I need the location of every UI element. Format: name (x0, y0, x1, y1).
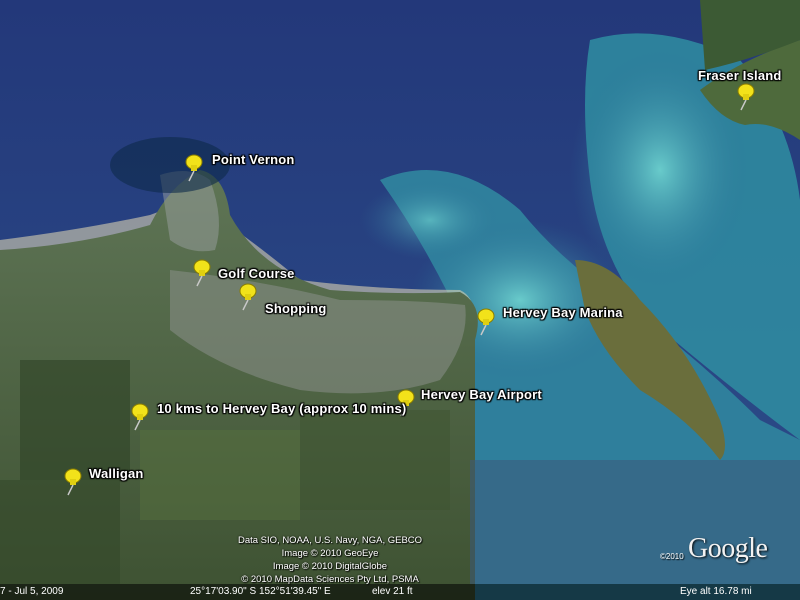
status-bar: 7 - Jul 5, 2009 25°17'03.90" S 152°51'39… (0, 584, 800, 600)
pointer-coordinates: 25°17'03.90" S 152°51'39.45" E (190, 586, 331, 597)
attribution-line: Data SIO, NOAA, U.S. Navy, NGA, GEBCO (237, 535, 423, 546)
placemark-label-fraser-island[interactable]: Fraser Island (698, 68, 782, 83)
google-logo: Google (688, 533, 768, 564)
imagery-attribution: Data SIO, NOAA, U.S. Navy, NGA, GEBCO Im… (205, 534, 455, 586)
satellite-imagery (0, 0, 800, 600)
elevation-readout: elev 21 ft (372, 586, 413, 597)
eye-altitude-readout: Eye alt 16.78 mi (680, 586, 752, 597)
placemark-label-golf-course[interactable]: Golf Course (218, 266, 295, 281)
placemark-label-10-kms-to-hervey-bay[interactable]: 10 kms to Hervey Bay (approx 10 mins) (157, 401, 406, 416)
placemark-label-walligan[interactable]: Walligan (89, 466, 144, 481)
placemark-pin-icon[interactable] (61, 467, 85, 497)
logo-copyright: ©2010 (660, 552, 684, 561)
timeline-date: 7 - Jul 5, 2009 (0, 586, 64, 597)
attribution-line: Image © 2010 GeoEye (281, 548, 379, 559)
placemark-label-shopping[interactable]: Shopping (265, 301, 327, 316)
satellite-map[interactable]: Point Vernon Golf Course Shopping Hervey… (0, 0, 800, 600)
placemark-pin-icon[interactable] (236, 282, 260, 312)
placemark-pin-icon[interactable] (190, 258, 214, 288)
placemark-pin-icon[interactable] (182, 153, 206, 183)
placemark-pin-icon[interactable] (474, 307, 498, 337)
placemark-label-point-vernon[interactable]: Point Vernon (212, 152, 295, 167)
placemark-pin-icon[interactable] (734, 82, 758, 112)
placemark-label-hervey-bay-marina[interactable]: Hervey Bay Marina (503, 305, 623, 320)
attribution-line: Image © 2010 DigitalGlobe (272, 561, 388, 572)
placemark-label-hervey-bay-airport[interactable]: Hervey Bay Airport (421, 387, 542, 402)
placemark-pin-icon[interactable] (128, 402, 152, 432)
